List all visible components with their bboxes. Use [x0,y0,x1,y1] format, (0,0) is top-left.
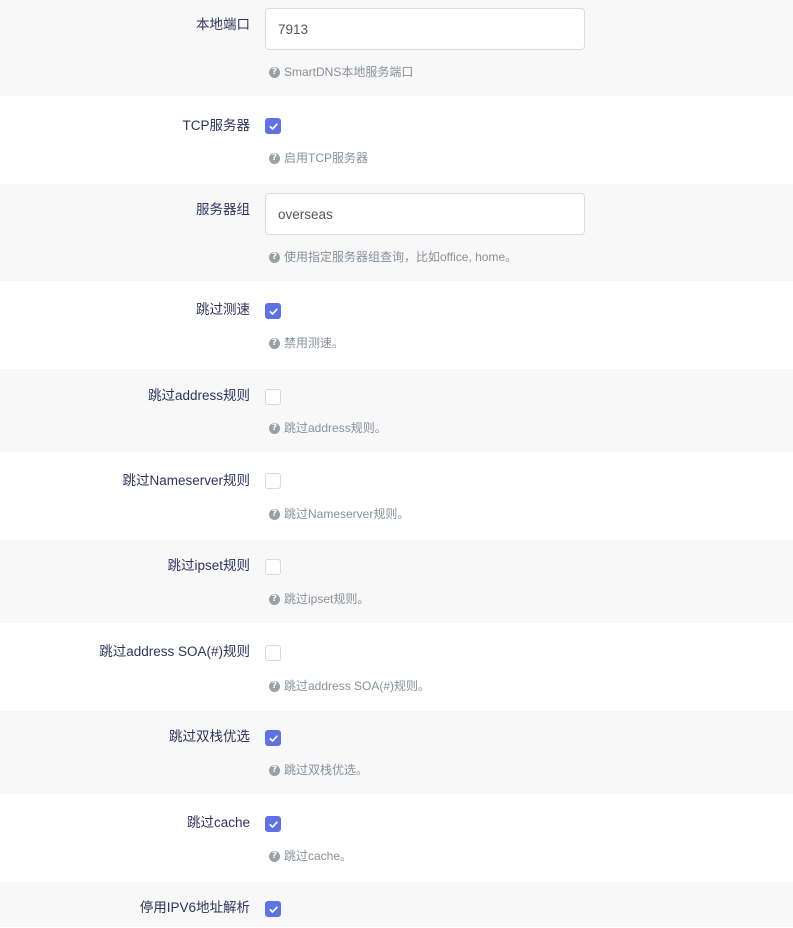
skip-address-rule-label: 跳过address规则 [147,388,250,403]
skip-cache-label: 跳过cache [186,815,250,830]
skip-address-rule-help: ? 跳过address规则。 [269,421,387,435]
check-icon [268,122,278,130]
skip-ipset-rule-help: ? 跳过ipset规则。 [269,592,369,606]
skip-nameserver-rule-help: ? 跳过Nameserver规则。 [269,507,409,521]
check-icon [268,307,278,315]
skip-speed-check-label: 跳过测速 [196,302,250,317]
question-circle-icon: ? [269,251,280,263]
skip-dualstack-checkbox[interactable] [265,730,281,746]
form-row-skip-dualstack: 跳过双栈优选 ? 跳过双栈优选。 [0,711,793,794]
skip-nameserver-rule-checkbox[interactable] [265,473,281,489]
tcp-server-checkbox[interactable] [265,118,281,134]
disable-ipv6-label: 停用IPV6地址解析 [139,900,250,915]
skip-address-rule-help-text: 跳过address规则。 [284,421,387,435]
skip-speed-check-help-text: 禁用测速。 [284,336,345,350]
skip-address-rule-checkbox[interactable] [265,389,281,405]
question-circle-icon: ? [269,680,280,692]
tcp-server-help: ? 启用TCP服务器 [269,151,368,165]
check-icon [268,905,278,913]
question-circle-icon: ? [269,66,280,78]
tcp-server-help-text: 启用TCP服务器 [284,151,369,165]
question-circle-icon: ? [269,152,280,164]
tcp-server-label: TCP服务器 [182,118,251,133]
question-circle-icon: ? [269,593,280,605]
question-circle-icon: ? [269,508,280,520]
skip-speed-check-help: ? 禁用测速。 [269,336,344,350]
form-row-skip-address-soa-rule: 跳过address SOA(#)规则 ? 跳过address SOA(#)规则。 [0,623,793,711]
skip-address-soa-rule-label: 跳过address SOA(#)规则 [99,644,250,659]
skip-cache-help-text: 跳过cache。 [284,849,353,863]
local-port-help: ? SmartDNS本地服务端口 [269,65,413,79]
form-row-server-group: 服务器组 ? 使用指定服务器组查询，比如office, home。 [0,184,793,281]
skip-address-soa-rule-help-text: 跳过address SOA(#)规则。 [284,679,431,693]
question-circle-icon: ? [269,764,280,776]
skip-address-soa-rule-checkbox[interactable] [265,645,281,661]
disable-ipv6-checkbox[interactable] [265,901,281,917]
question-circle-icon: ? [269,422,280,434]
server-group-input[interactable] [265,193,585,235]
local-port-input[interactable] [265,8,585,50]
question-circle-icon: ? [269,850,280,862]
skip-address-soa-rule-help: ? 跳过address SOA(#)规则。 [269,679,430,693]
skip-nameserver-rule-help-text: 跳过Nameserver规则。 [284,507,410,521]
skip-ipset-rule-checkbox[interactable] [265,559,281,575]
skip-nameserver-rule-label: 跳过Nameserver规则 [122,473,250,488]
local-port-help-text: SmartDNS本地服务端口 [284,65,414,79]
form-row-skip-address-rule: 跳过address规则 ? 跳过address规则。 [0,369,793,452]
form-row-disable-ipv6: 停用IPV6地址解析 [0,882,793,927]
server-group-help: ? 使用指定服务器组查询，比如office, home。 [269,250,517,264]
server-group-label: 服务器组 [196,202,250,217]
local-port-label: 本地端口 [196,17,250,32]
skip-cache-help: ? 跳过cache。 [269,849,352,863]
question-circle-icon: ? [269,337,280,349]
skip-cache-checkbox[interactable] [265,816,281,832]
check-icon [268,734,278,742]
skip-speed-check-checkbox[interactable] [265,303,281,319]
form-row-skip-cache: 跳过cache ? 跳过cache。 [0,794,793,882]
form-row-tcp-server: TCP服务器 ? 启用TCP服务器 [0,96,793,184]
server-group-help-text: 使用指定服务器组查询，比如office, home。 [284,250,518,264]
skip-dualstack-help: ? 跳过双栈优选。 [269,763,368,777]
skip-ipset-rule-label: 跳过ipset规则 [167,558,250,573]
skip-dualstack-label: 跳过双栈优选 [169,729,250,744]
form-row-skip-ipset-rule: 跳过ipset规则 ? 跳过ipset规则。 [0,540,793,623]
skip-ipset-rule-help-text: 跳过ipset规则。 [284,592,370,606]
form-row-skip-speed-check: 跳过测速 ? 禁用测速。 [0,281,793,369]
check-icon [268,820,278,828]
skip-dualstack-help-text: 跳过双栈优选。 [284,763,369,777]
form-row-skip-nameserver-rule: 跳过Nameserver规则 ? 跳过Nameserver规则。 [0,452,793,540]
form-row-local-port: 本地端口 ? SmartDNS本地服务端口 [0,0,793,96]
